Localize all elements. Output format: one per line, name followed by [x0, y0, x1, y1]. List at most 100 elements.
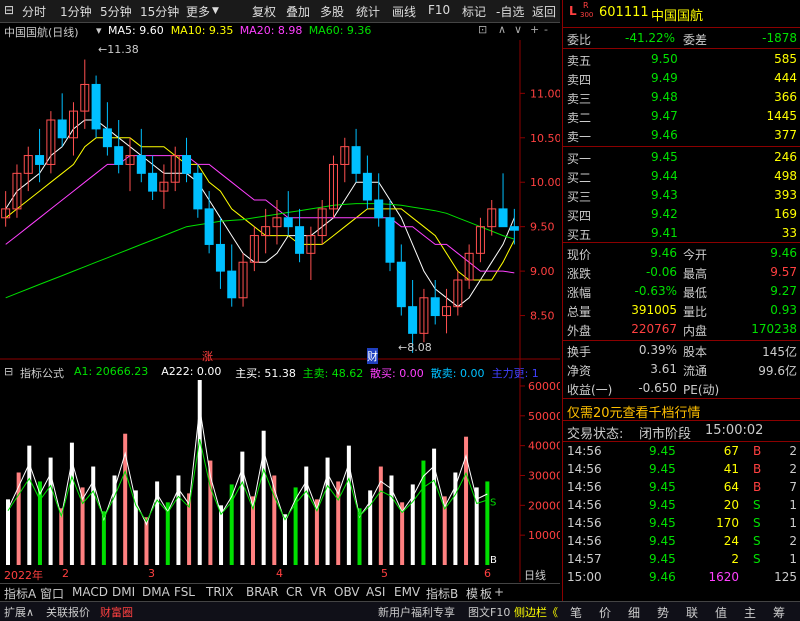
dropdown-icon[interactable]: ▼: [212, 6, 219, 16]
footer-tab-6[interactable]: 主: [744, 604, 756, 621]
candle[interactable]: [136, 155, 146, 174]
tab-12[interactable]: EMV: [394, 585, 420, 599]
btn-restore-rights[interactable]: 复权: [252, 3, 276, 20]
tab-15[interactable]: 板: [480, 585, 492, 602]
candle[interactable]: [351, 146, 361, 174]
candle[interactable]: [91, 83, 101, 130]
btn-mark[interactable]: 标记: [462, 3, 486, 20]
tab-1[interactable]: 窗口: [40, 585, 64, 602]
tab-15min[interactable]: 15分钟: [140, 3, 179, 20]
new-user-link[interactable]: 新用户福利专享: [378, 604, 455, 620]
move-down-icon[interactable]: ∨: [514, 23, 522, 36]
tab-2[interactable]: MACD: [72, 585, 108, 599]
chevron-down-icon[interactable]: ▾: [96, 24, 102, 37]
candle[interactable]: [509, 226, 519, 231]
candle[interactable]: [148, 172, 158, 192]
footer-tab-7[interactable]: 筹: [773, 604, 785, 621]
btn-f10[interactable]: F10: [428, 3, 450, 17]
tab-7[interactable]: BRAR: [246, 585, 279, 599]
expand-icon[interactable]: ⊡: [478, 23, 487, 36]
ask-row[interactable]: 卖四 9.49 444: [563, 69, 800, 88]
tab-13[interactable]: 指标B: [426, 585, 458, 602]
bid-row[interactable]: 买四 9.42 169: [563, 205, 800, 224]
zoom-in-icon[interactable]: +: [530, 23, 539, 36]
tab-9[interactable]: VR: [310, 585, 327, 599]
candle[interactable]: [204, 208, 214, 245]
promo-row[interactable]: 仅需20元查看千档行情: [563, 400, 800, 421]
ask-row[interactable]: 卖三 9.48 366: [563, 88, 800, 107]
footer-tab-4[interactable]: 联: [686, 604, 698, 621]
btn-stats[interactable]: 统计: [356, 3, 380, 20]
bid-row[interactable]: 买一 9.45 246: [563, 148, 800, 167]
candle[interactable]: [498, 208, 508, 228]
indicator-chart[interactable]: 60000 50000 40000 30000 20000 10000 S B: [0, 360, 560, 582]
tick-volume: 24: [723, 534, 739, 548]
btn-draw[interactable]: 画线: [392, 3, 416, 20]
bid-row[interactable]: 买三 9.43 393: [563, 186, 800, 205]
wealth-circle-link[interactable]: 财富圈: [100, 604, 133, 620]
minimize-icon[interactable]: ⊟: [4, 3, 14, 17]
zoom-out-icon[interactable]: -: [544, 23, 548, 36]
candle[interactable]: [396, 261, 406, 308]
candle[interactable]: [374, 199, 384, 219]
ind-line: [7, 407, 488, 526]
book-label: 卖三: [567, 92, 592, 106]
candle[interactable]: [362, 172, 372, 201]
tab-14[interactable]: 模: [466, 585, 478, 602]
sidebar-link[interactable]: 侧边栏《: [514, 604, 558, 620]
candle[interactable]: [385, 217, 395, 263]
candle[interactable]: [215, 243, 225, 272]
candle[interactable]: [430, 297, 440, 317]
btn-back[interactable]: 返回: [532, 3, 556, 20]
tab-8[interactable]: CR: [286, 585, 303, 599]
bid-row[interactable]: 买二 9.44 498: [563, 167, 800, 186]
candle[interactable]: [227, 270, 237, 299]
f10-link[interactable]: 图文F10: [468, 604, 510, 620]
tab-5min[interactable]: 5分钟: [100, 3, 132, 20]
move-up-icon[interactable]: ∧: [498, 23, 506, 36]
ask-row[interactable]: 卖五 9.50 585: [563, 50, 800, 69]
bid-row[interactable]: 买五 9.41 33: [563, 224, 800, 243]
tab-more[interactable]: 更多: [186, 3, 210, 20]
tick-price: 9.45: [649, 462, 676, 476]
kline-chart[interactable]: 11.00 10.50 10.00 9.50 9.00 8.50: [0, 40, 560, 360]
candle[interactable]: [408, 306, 418, 334]
footer-tab-2[interactable]: 细: [628, 604, 640, 621]
footer-tab-0[interactable]: 笔: [570, 604, 582, 621]
tab-3[interactable]: DMI: [112, 585, 135, 599]
ask-row[interactable]: 卖二 9.47 1445: [563, 107, 800, 126]
tab-4[interactable]: DMA: [142, 585, 170, 599]
ma-label-3: MA60: 9.36: [308, 24, 372, 37]
tab-5[interactable]: FSL: [174, 585, 195, 599]
candle[interactable]: [182, 155, 192, 174]
btn-overlay[interactable]: 叠加: [286, 3, 310, 20]
candle[interactable]: [283, 217, 293, 228]
period-label[interactable]: 日线: [524, 567, 546, 583]
tab-16[interactable]: +: [494, 585, 504, 599]
related-quote-link[interactable]: 关联报价: [46, 604, 90, 620]
promo-link[interactable]: 仅需20元查看千档行情: [567, 402, 701, 421]
footer-tab-3[interactable]: 势: [657, 604, 669, 621]
tab-6[interactable]: TRIX: [206, 585, 233, 599]
candle[interactable]: [193, 172, 203, 210]
tab-0[interactable]: 指标A: [4, 585, 36, 602]
ask-row[interactable]: 卖一 9.46 377: [563, 126, 800, 145]
ind-tick-label: 50000: [528, 410, 560, 423]
tab-10[interactable]: OBV: [334, 585, 360, 599]
footer-tab-1[interactable]: 价: [599, 604, 611, 621]
candle[interactable]: [102, 128, 112, 148]
candle[interactable]: [295, 226, 305, 254]
tab-1min[interactable]: 1分钟: [60, 3, 92, 20]
ind-bar: [485, 481, 490, 565]
tab-11[interactable]: ASI: [366, 585, 385, 599]
footer-tab-5[interactable]: 值: [715, 604, 727, 621]
btn-watchlist[interactable]: -自选: [496, 3, 524, 20]
candle[interactable]: [57, 119, 67, 139]
candle[interactable]: [35, 155, 45, 165]
expand-button[interactable]: 扩展∧: [4, 604, 34, 620]
tab-intraday[interactable]: 分时: [22, 3, 46, 20]
btn-multi-stock[interactable]: 多股: [320, 3, 344, 20]
candle[interactable]: [114, 146, 124, 165]
tick-row: 14:56 9.45 24 S 2: [563, 532, 800, 551]
tick-volume: 2: [731, 552, 739, 566]
